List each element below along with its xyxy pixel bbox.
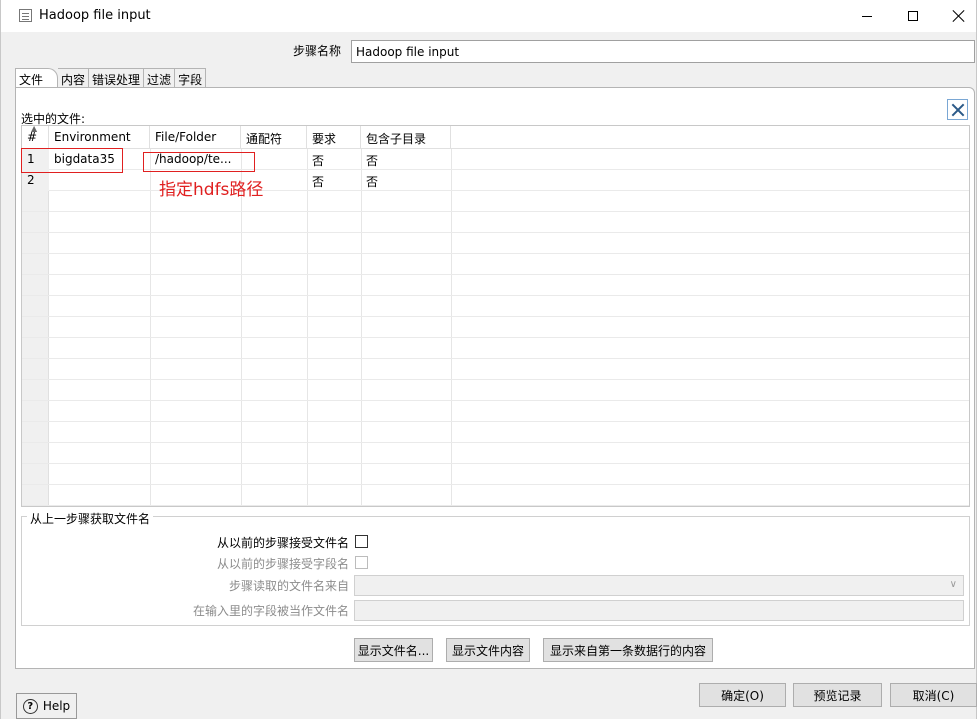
maximize-icon xyxy=(908,11,918,21)
table-row[interactable] xyxy=(22,422,969,443)
column-header-wildcard[interactable]: 通配符 xyxy=(241,126,307,149)
table-row[interactable] xyxy=(22,464,969,485)
row-number: 2 xyxy=(22,170,49,191)
required-cell[interactable]: 否 xyxy=(307,149,361,170)
accept-filenames-label: 从以前的步骤接受文件名 xyxy=(216,536,349,550)
maximize-button[interactable] xyxy=(890,0,936,32)
close-icon xyxy=(953,10,965,22)
table-row[interactable] xyxy=(22,254,969,275)
table-row[interactable] xyxy=(22,317,969,338)
tab-content[interactable]: 内容 xyxy=(58,68,90,88)
step-name-label: 步骤名称 xyxy=(293,44,342,58)
table-row[interactable] xyxy=(22,296,969,317)
tab-bar: 文件 内容 错误处理 过滤 字段 xyxy=(15,68,207,88)
delete-row-button[interactable] xyxy=(947,99,968,120)
table-row[interactable] xyxy=(22,233,969,254)
column-header-include-subdirs[interactable]: 包含子目录 xyxy=(361,126,451,149)
field-as-filename-input[interactable] xyxy=(354,600,964,621)
tab-fields[interactable]: 字段 xyxy=(175,68,207,88)
tab-filter[interactable]: 过滤 xyxy=(144,68,176,88)
step-source-label: 步骤读取的文件名来自 xyxy=(228,579,349,593)
column-header-environment[interactable]: Environment xyxy=(49,126,150,149)
close-icon xyxy=(951,103,965,117)
annotation-box-file-folder xyxy=(143,152,255,172)
minimize-icon xyxy=(862,15,872,17)
include-subdirs-cell[interactable]: 否 xyxy=(361,149,451,170)
table-row[interactable] xyxy=(22,380,969,401)
cancel-button[interactable]: 取消(C) xyxy=(890,683,977,707)
table-row[interactable] xyxy=(22,401,969,422)
title-bar: Hadoop file input xyxy=(1,0,976,32)
annotation-text: 指定hdfs路径 xyxy=(159,180,264,200)
step-name-input[interactable] xyxy=(351,40,975,63)
tab-error-handling[interactable]: 错误处理 xyxy=(89,68,145,88)
include-subdirs-cell[interactable]: 否 xyxy=(361,170,451,191)
table-row[interactable] xyxy=(22,275,969,296)
close-window-button[interactable] xyxy=(936,0,977,32)
app-icon xyxy=(19,9,32,22)
sort-up-icon: ▲ xyxy=(31,125,38,133)
table-header: ▲ # Environment File/Folder 通配符 要求 包含子目录 xyxy=(22,126,969,149)
chevron-down-icon: ∨ xyxy=(949,579,957,590)
window-title: Hadoop file input xyxy=(39,8,151,23)
preview-button[interactable]: 预览记录 xyxy=(793,683,882,707)
show-file-content-button[interactable]: 显示文件内容 xyxy=(446,638,530,662)
show-first-row-content-button[interactable]: 显示来自第一条数据行的内容 xyxy=(543,638,713,662)
column-header-required[interactable]: 要求 xyxy=(307,126,361,149)
required-cell[interactable]: 否 xyxy=(307,170,361,191)
accept-fields-label: 从以前的步骤接受字段名 xyxy=(216,557,349,571)
annotation-box-environment xyxy=(21,148,123,173)
dialog-window: Hadoop file input 步骤名称 文件 内容 错误处理 过滤 字段 … xyxy=(0,0,977,719)
tab-file[interactable]: 文件 xyxy=(15,68,59,88)
table-row[interactable] xyxy=(22,485,969,506)
minimize-button[interactable] xyxy=(844,0,890,32)
field-as-filename-label: 在输入里的字段被当作文件名 xyxy=(192,604,349,618)
accept-filenames-checkbox[interactable] xyxy=(355,535,368,548)
previous-step-group-title: 从上一步骤获取文件名 xyxy=(27,510,154,527)
table-row[interactable] xyxy=(22,338,969,359)
step-source-select[interactable]: ∨ xyxy=(354,575,964,596)
help-button[interactable]: ? Help xyxy=(16,693,77,719)
table-row[interactable] xyxy=(22,359,969,380)
column-header-file-folder[interactable]: File/Folder xyxy=(150,126,241,149)
ok-button[interactable]: 确定(O) xyxy=(699,683,786,707)
environment-cell[interactable] xyxy=(49,170,150,191)
column-header-num[interactable]: ▲ # xyxy=(22,126,49,149)
table-row[interactable] xyxy=(22,443,969,464)
show-filenames-button[interactable]: 显示文件名... xyxy=(354,638,433,662)
accept-fields-checkbox[interactable] xyxy=(355,556,368,569)
help-icon: ? xyxy=(22,698,38,714)
table-row[interactable] xyxy=(22,212,969,233)
